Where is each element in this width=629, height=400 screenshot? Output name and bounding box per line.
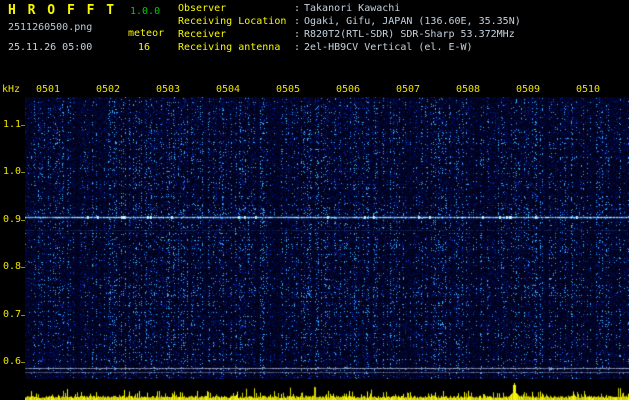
time-tick-label: 0502 — [95, 84, 121, 95]
freq-tick-label: 1.1 — [2, 119, 21, 130]
info-label: Receiving Location — [178, 16, 287, 27]
info-label: Receiving antenna — [178, 42, 281, 53]
info-separator: : — [294, 3, 301, 14]
spectrogram-canvas — [25, 97, 629, 379]
time-tick-label: 0507 — [395, 84, 421, 95]
timestamp: 25.11.26 05:00 — [8, 42, 93, 53]
info-separator: : — [294, 42, 301, 53]
freq-tick-label: 0.8 — [2, 261, 21, 272]
time-tick-label: 0510 — [575, 84, 601, 95]
info-value: 2el-HB9CV Vertical (el. E-W) — [304, 42, 473, 53]
info-separator: : — [294, 16, 301, 27]
info-label: Observer — [178, 3, 227, 14]
time-tick-label: 0508 — [455, 84, 481, 95]
time-tick-label: 0505 — [275, 84, 301, 95]
info-label: Receiver — [178, 29, 227, 40]
info-value: Takanori Kawachi — [304, 3, 401, 14]
app-version: 1.0.0 — [130, 6, 161, 17]
time-tick-label: 0503 — [155, 84, 181, 95]
time-tick-label: 0509 — [515, 84, 541, 95]
count-value: 16 — [138, 42, 151, 53]
y-axis-unit-label: kHz — [2, 84, 21, 95]
time-tick-label: 0504 — [215, 84, 241, 95]
hrofft-window: H R O F F T 1.0.0 2511260500.png meteor … — [0, 0, 629, 400]
signal-level-strip-canvas — [25, 380, 629, 400]
info-row-observer: Observer: Takanori Kawachi — [178, 3, 400, 14]
freq-tick-label: 0.6 — [2, 356, 21, 367]
info-row-receiver: Receiver: R820T2(RTL-SDR) SDR-Sharp 53.37… — [178, 29, 515, 40]
info-value: R820T2(RTL-SDR) SDR-Sharp 53.372MHz — [304, 29, 515, 40]
time-tick-label: 0506 — [335, 84, 361, 95]
info-separator: : — [294, 29, 301, 40]
freq-tick-label: 0.9 — [2, 214, 21, 225]
mode-label: meteor — [128, 28, 165, 39]
output-filename: 2511260500.png — [8, 22, 93, 33]
info-row-location: Receiving Location: Ogaki, Gifu, JAPAN (1… — [178, 16, 521, 27]
freq-tick-label: 0.7 — [2, 309, 21, 320]
info-row-antenna: Receiving antenna:2el-HB9CV Vertical (el… — [178, 42, 473, 53]
info-value: Ogaki, Gifu, JAPAN (136.60E, 35.35N) — [304, 16, 521, 27]
time-tick-label: 0501 — [35, 84, 61, 95]
freq-tick-label: 1.0 — [2, 166, 21, 177]
app-title: H R O F F T — [8, 3, 117, 18]
